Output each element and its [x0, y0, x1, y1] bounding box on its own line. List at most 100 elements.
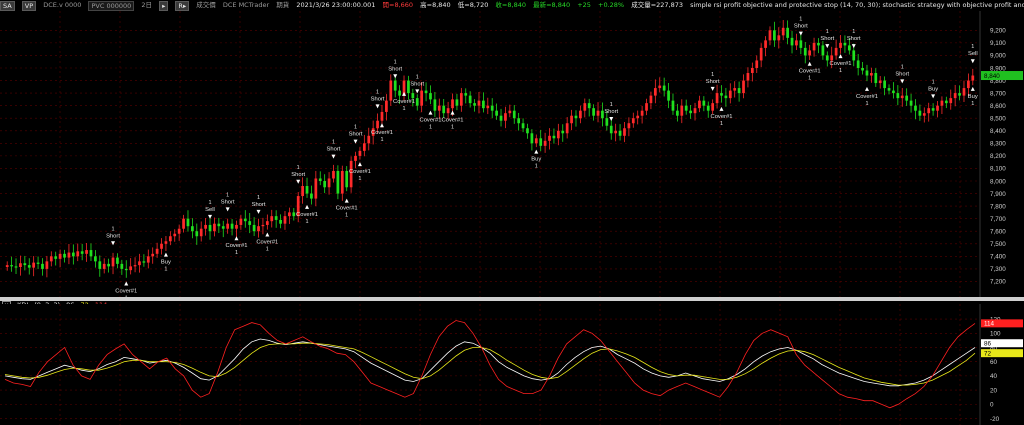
candle-body: [385, 100, 388, 112]
signal-label: Sell: [968, 51, 978, 57]
signal-label: Cover#1: [336, 206, 358, 212]
candle-body: [27, 265, 31, 268]
candle-body: [340, 170, 344, 194]
signal-count: 1: [394, 59, 397, 65]
signal-count: 1: [711, 72, 714, 78]
signal-label: Short: [410, 81, 424, 87]
candle-body: [746, 73, 750, 81]
candle-body: [468, 95, 472, 104]
candle-body: [653, 88, 657, 96]
candle-body: [662, 85, 666, 91]
candle-body: [892, 90, 895, 94]
candle-body: [605, 118, 609, 126]
signal-count: 1: [402, 106, 405, 112]
pvc-box[interactable]: PVC 000000: [88, 1, 135, 11]
pane-separator[interactable]: [0, 297, 1024, 301]
signal-count: 1: [799, 17, 802, 23]
candle-body: [71, 252, 75, 257]
candle-body: [702, 100, 706, 106]
y-tick-label: 8,700: [990, 90, 1006, 97]
signal-label: Short: [388, 66, 402, 72]
y-tick-label: 8,100: [990, 166, 1006, 173]
candle-body: [676, 110, 679, 116]
broker-label: DCE MCTrader: [222, 1, 270, 9]
candle-body: [102, 263, 106, 269]
candle-body: [958, 93, 961, 96]
signal-count: 1: [610, 102, 613, 108]
candle-body: [252, 224, 256, 232]
y-tick-label: 9,100: [990, 40, 1006, 47]
signal-count: 1: [839, 68, 842, 74]
candle-body: [58, 253, 62, 259]
flag-button[interactable]: VP: [21, 1, 37, 11]
signal-label: Short: [820, 36, 834, 42]
candle-body: [592, 108, 595, 116]
candle-body: [631, 118, 635, 124]
candle-body: [927, 108, 931, 114]
exchange-menu-button[interactable]: R▸: [175, 1, 190, 11]
candle-body: [574, 115, 578, 119]
y-tick-label: 20: [990, 387, 998, 394]
candle-body: [380, 111, 384, 121]
high-label: 高=8,840: [420, 1, 451, 9]
candle-body: [10, 265, 13, 267]
candle-body: [19, 263, 22, 268]
signal-label: Cover#1: [393, 99, 415, 105]
candle-body: [504, 113, 507, 121]
candle-body: [151, 253, 155, 257]
signal-label: Short: [221, 199, 235, 205]
symbol-button[interactable]: SA: [0, 1, 15, 11]
candle-body: [552, 135, 556, 139]
candle-body: [318, 178, 322, 181]
signal-count: 1: [429, 125, 432, 131]
signal-label: Short: [604, 109, 618, 115]
candle-body: [133, 265, 137, 267]
period-menu-button[interactable]: ▸: [159, 1, 169, 11]
contract-code: DCE.v 0000: [43, 1, 82, 9]
candle-body: [199, 228, 203, 237]
y-tick-label: 7,600: [990, 229, 1006, 236]
candle-body: [76, 251, 80, 257]
candle-body: [548, 135, 551, 141]
candle-body: [750, 67, 754, 74]
candle-body: [865, 70, 869, 76]
signal-label: Short: [847, 36, 861, 42]
signal-label: Cover#1: [226, 243, 248, 249]
candle-body: [936, 105, 939, 111]
candle-body: [217, 223, 221, 227]
kdj-chart[interactable]: -200204060801001201148672: [0, 304, 1024, 425]
candle-body: [239, 218, 243, 225]
candle-body: [918, 110, 922, 116]
candle-body: [495, 110, 498, 116]
candle-body: [283, 216, 287, 224]
candle-body: [124, 268, 128, 271]
signal-count: 1: [376, 89, 379, 95]
signal-label: Buy: [161, 260, 171, 266]
candle-body: [274, 216, 278, 220]
candle-body: [314, 178, 318, 199]
candle-body: [609, 125, 613, 134]
signal-label: Cover#1: [115, 288, 137, 294]
signal-label: Cover#1: [442, 118, 464, 124]
candle-body: [618, 130, 622, 136]
candle-body: [706, 105, 710, 111]
signal-count: 1: [358, 176, 361, 182]
candle-body: [768, 30, 772, 41]
y-tick-label: 60: [990, 359, 998, 366]
y-tick-label: 8,200: [990, 153, 1006, 160]
candle-body: [23, 263, 27, 266]
candle-body: [424, 90, 428, 94]
candle-body: [455, 99, 459, 106]
datetime-label: 2021/3/26 23:00:00.001: [296, 1, 376, 9]
signal-count: 1: [226, 192, 229, 198]
candle-body: [305, 186, 309, 194]
candle-body: [195, 231, 199, 237]
change-pct-label: +0.28%: [598, 1, 625, 9]
volume-label: 成交量=227,873: [631, 1, 684, 9]
candle-body: [874, 73, 878, 84]
candle-body: [226, 223, 230, 229]
candle-body: [32, 262, 36, 268]
candle-body: [596, 110, 600, 116]
candle-body: [887, 88, 891, 91]
price-chart[interactable]: 1ShortCover#11Buy11Sell1ShortCover#111Sh…: [0, 11, 1024, 297]
